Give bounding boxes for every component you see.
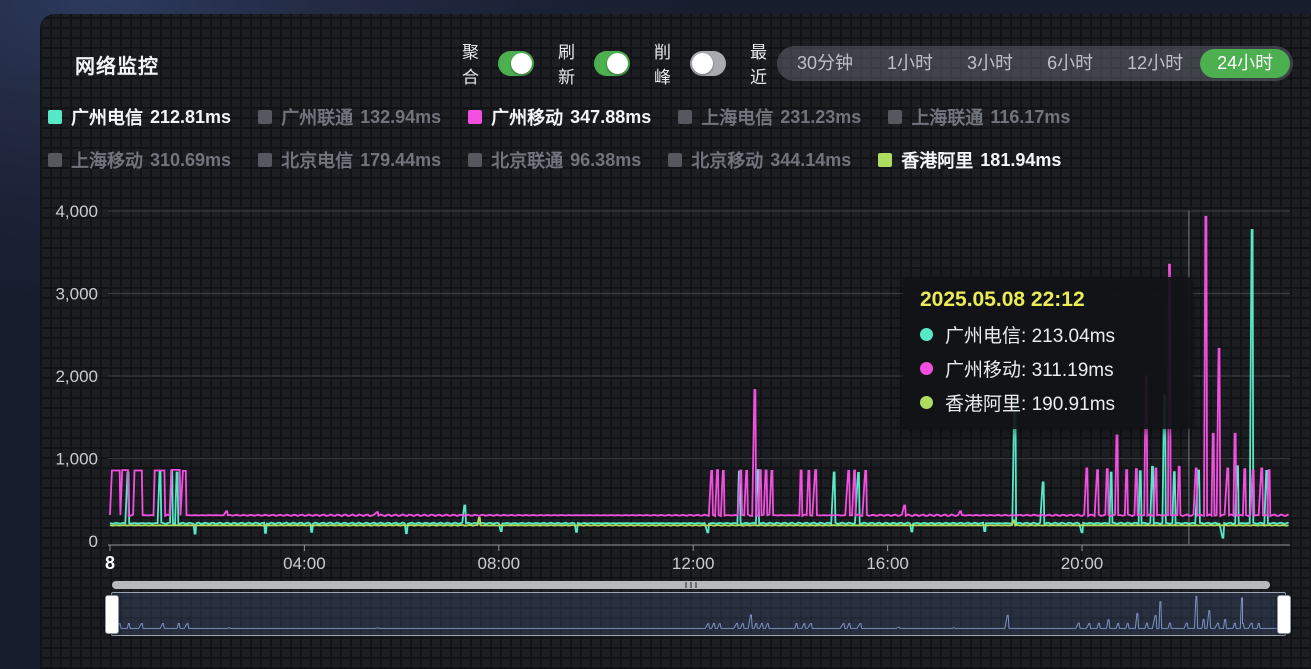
series-dot-icon bbox=[920, 362, 933, 375]
datazoom-slider[interactable] bbox=[111, 592, 1286, 636]
datazoom-handle-left[interactable] bbox=[105, 595, 119, 634]
x-axis-label: 04:00 bbox=[283, 554, 326, 573]
y-axis-label: 3,000 bbox=[55, 285, 98, 304]
chart-tooltip: 2025.05.08 22:12 广州电信: 213.04ms 广州移动: 31… bbox=[903, 277, 1193, 429]
tooltip-series-value: 香港阿里: 190.91ms bbox=[945, 389, 1115, 416]
tooltip-row: 香港阿里: 190.91ms bbox=[920, 389, 1176, 416]
x-axis-label: 16:00 bbox=[866, 554, 909, 573]
tooltip-timestamp: 2025.05.08 22:12 bbox=[920, 288, 1176, 312]
y-axis-label: 2,000 bbox=[55, 367, 98, 386]
tooltip-row: 广州电信: 213.04ms bbox=[920, 321, 1176, 348]
tooltip-row: 广州移动: 311.19ms bbox=[920, 355, 1176, 382]
x-axis-label: 08:00 bbox=[478, 554, 521, 573]
drag-grip-icon[interactable] bbox=[685, 582, 697, 588]
x-axis-label: 8 bbox=[105, 553, 115, 573]
x-axis-label: 20:00 bbox=[1061, 554, 1104, 573]
tooltip-series-value: 广州电信: 213.04ms bbox=[945, 321, 1115, 348]
series-dot-icon bbox=[920, 328, 933, 341]
y-axis-label: 1,000 bbox=[55, 450, 98, 469]
x-axis-label: 12:00 bbox=[672, 554, 715, 573]
tooltip-series-value: 广州移动: 311.19ms bbox=[945, 355, 1114, 382]
y-axis-label: 0 bbox=[89, 532, 98, 551]
y-axis-label: 4,000 bbox=[55, 202, 98, 221]
series-dot-icon bbox=[920, 396, 933, 409]
datazoom-handle-right[interactable] bbox=[1277, 595, 1291, 634]
datazoom-scrollbar[interactable] bbox=[112, 581, 1270, 589]
